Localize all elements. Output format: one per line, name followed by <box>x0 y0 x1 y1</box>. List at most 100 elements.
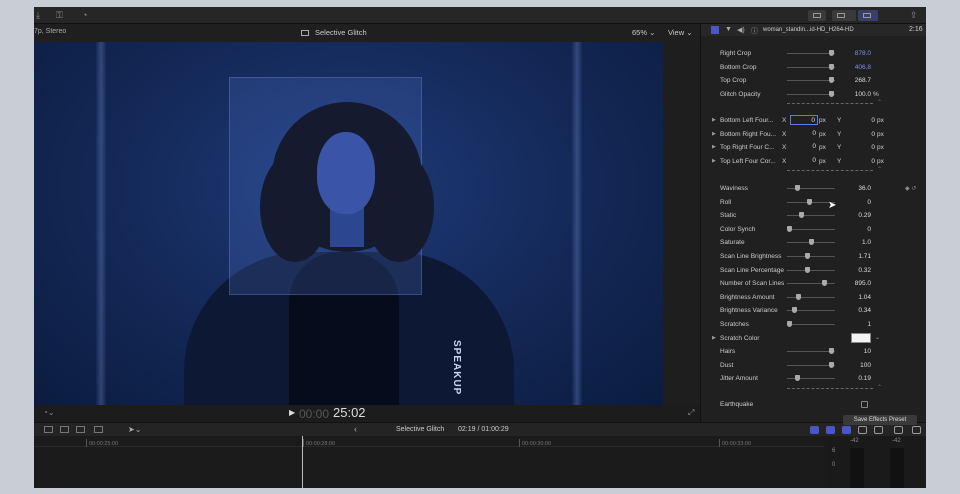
param-slider[interactable] <box>787 53 835 54</box>
timeline[interactable]: 00:00:25:00 00:00:28:00 00:00:30:00 00:0… <box>34 436 926 488</box>
param-value[interactable]: 1.0 <box>841 239 871 246</box>
effects-browser-icon[interactable] <box>894 426 903 434</box>
zoom-menu[interactable]: 65% ⌄ <box>632 28 655 37</box>
param-value[interactable]: 1.71 <box>841 253 871 260</box>
param-slider[interactable] <box>787 215 835 217</box>
slider-knob[interactable] <box>795 293 801 300</box>
keyframe-icon[interactable]: ◆ ↺ <box>905 185 916 192</box>
color-swatch[interactable] <box>851 332 871 343</box>
audio-skimming-icon[interactable] <box>858 426 867 434</box>
slider-knob[interactable] <box>794 185 800 191</box>
param-value[interactable]: 406.8 <box>841 64 871 71</box>
color-inspector-icon[interactable]: ▼ <box>725 26 733 34</box>
section-divider[interactable] <box>787 384 882 394</box>
video-inspector-icon[interactable] <box>711 26 719 34</box>
param-slider[interactable] <box>787 296 835 298</box>
param-value[interactable]: 0.29 <box>841 212 871 219</box>
param-value[interactable]: 895.0 <box>841 280 871 287</box>
transitions-browser-icon[interactable] <box>912 426 921 434</box>
x-value-field[interactable]: 0 <box>790 115 818 125</box>
param-slider[interactable] <box>787 93 835 95</box>
insert-clip-icon[interactable] <box>60 426 69 433</box>
check-circle-icon[interactable]: ◔ <box>82 10 87 21</box>
y-value-field[interactable]: 0 <box>847 117 875 124</box>
y-value-field[interactable]: 0 <box>847 131 875 138</box>
slider-knob[interactable] <box>806 198 812 205</box>
chevron-down-icon[interactable]: ⌄ <box>875 334 880 341</box>
download-icon[interactable]: ⤓ <box>36 10 40 21</box>
audio-inspector-icon[interactable]: ◀) <box>737 26 745 34</box>
disclosure-triangle-icon[interactable]: ▶ <box>712 158 716 164</box>
x-value-field[interactable]: 0 <box>790 156 818 166</box>
slider-knob[interactable] <box>805 266 811 273</box>
section-divider[interactable] <box>787 166 882 176</box>
slider-knob[interactable] <box>792 307 798 314</box>
info-inspector-icon[interactable]: ⓘ <box>751 26 759 35</box>
browser-layout-icon[interactable] <box>808 10 826 21</box>
x-value-field[interactable]: 0 <box>790 142 818 152</box>
y-value-field[interactable]: 0 <box>847 144 875 151</box>
param-slider[interactable] <box>787 80 835 82</box>
disclosure-triangle-icon[interactable]: ▶ <box>712 117 716 123</box>
timeline-layout-icon[interactable] <box>832 10 856 21</box>
slider-knob[interactable] <box>809 239 814 246</box>
timeline-ruler[interactable]: 00:00:25:00 00:00:28:00 00:00:30:00 00:0… <box>34 436 824 447</box>
play-icon[interactable]: ▶ <box>289 408 295 417</box>
timecode[interactable]: 25:02 <box>333 405 366 420</box>
param-value[interactable]: 1.04 <box>841 294 871 301</box>
overwrite-clip-icon[interactable] <box>76 426 85 433</box>
fullscreen-icon[interactable]: ⤢ <box>688 408 694 418</box>
param-slider[interactable] <box>787 324 835 325</box>
param-value[interactable]: 0 <box>841 226 871 233</box>
disclosure-triangle-icon[interactable]: ▶ <box>712 144 716 150</box>
slider-knob[interactable] <box>829 361 835 368</box>
slider-knob[interactable] <box>787 321 793 327</box>
connect-clip-icon[interactable] <box>94 426 103 433</box>
param-value[interactable]: 878.0 <box>841 50 871 57</box>
clip-appearance-icon[interactable] <box>810 426 819 434</box>
slider-knob[interactable] <box>829 63 835 70</box>
param-value[interactable]: 0.19 <box>841 375 871 382</box>
slider-knob[interactable] <box>829 90 835 97</box>
slider-knob[interactable] <box>829 77 835 84</box>
slider-knob[interactable] <box>787 225 793 232</box>
param-slider[interactable] <box>787 283 835 285</box>
param-value[interactable]: 0 <box>841 199 871 206</box>
param-slider[interactable] <box>787 364 835 366</box>
earthquake-checkbox[interactable] <box>861 401 868 408</box>
share-icon[interactable]: ⇪ <box>910 10 918 21</box>
param-value[interactable]: 36.0 <box>841 185 871 192</box>
param-value[interactable]: 0.34 <box>841 307 871 314</box>
param-value[interactable]: 100 <box>841 362 871 369</box>
disclosure-triangle-icon[interactable]: ▶ <box>712 131 716 137</box>
y-value-field[interactable]: 0 <box>847 158 875 165</box>
section-divider[interactable] <box>787 99 882 109</box>
view-menu[interactable]: View ⌄ <box>668 28 693 37</box>
param-value[interactable]: 268.7 <box>841 77 871 84</box>
save-effects-preset-button[interactable]: Save Effects Preset <box>843 415 917 425</box>
param-slider[interactable] <box>787 256 835 257</box>
back-arrow-icon[interactable]: ‹ <box>354 424 357 434</box>
select-tool-icon[interactable]: ➤⌄ <box>128 425 141 434</box>
append-clip-icon[interactable] <box>44 426 53 433</box>
slider-knob[interactable] <box>829 50 835 56</box>
skimming-icon[interactable] <box>842 426 851 434</box>
snapping-icon[interactable] <box>826 426 835 434</box>
x-value-field[interactable]: 0 <box>790 129 818 139</box>
disclosure-triangle-icon[interactable]: ▶ <box>712 335 716 341</box>
slider-knob[interactable] <box>794 375 800 382</box>
slider-knob[interactable] <box>829 348 835 355</box>
param-slider[interactable] <box>787 66 835 68</box>
speed-gauge-icon[interactable]: ◔⌄ <box>43 408 55 417</box>
param-value[interactable]: 0.32 <box>841 267 871 274</box>
param-slider[interactable] <box>787 269 835 271</box>
param-value[interactable]: 1 <box>841 321 871 328</box>
solo-icon[interactable] <box>874 426 883 434</box>
param-slider[interactable] <box>787 228 835 230</box>
slider-knob[interactable] <box>822 280 828 287</box>
param-value[interactable]: 100.0 <box>841 91 871 98</box>
slider-knob[interactable] <box>805 253 811 259</box>
slider-knob[interactable] <box>799 212 805 219</box>
video-viewer[interactable]: SPEAKUP <box>34 42 663 405</box>
param-slider[interactable] <box>787 351 835 353</box>
